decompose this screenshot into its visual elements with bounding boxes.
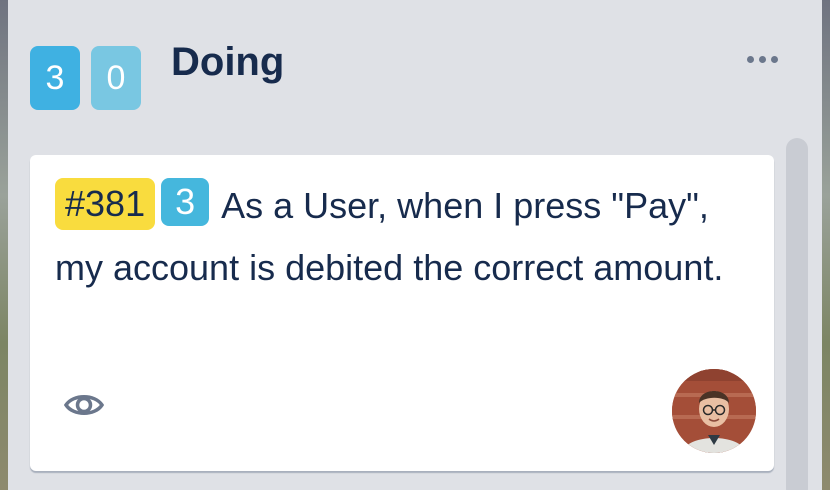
more-icon-dot [746, 55, 754, 63]
issue-id-badge: #381 [55, 178, 156, 230]
list-title[interactable]: Doing [171, 40, 284, 85]
more-icon-dot [758, 55, 766, 63]
member-avatar[interactable] [672, 369, 756, 453]
card-count-badge: 3 [30, 46, 80, 110]
card-title: #381 3 As a User, when I press "Pay", my … [55, 175, 735, 299]
list-doing: 3 0 Doing #381 3 As a User, when I press … [8, 0, 822, 490]
card[interactable]: #381 3 As a User, when I press "Pay", my … [30, 155, 774, 471]
eye-icon [62, 383, 106, 427]
points-count-badge: 0 [91, 46, 141, 110]
card-title-line1: As a User, when I press [221, 185, 602, 226]
list-scrollbar[interactable] [786, 138, 808, 490]
more-icon-dot [770, 55, 778, 63]
story-points-badge: 3 [161, 178, 210, 226]
list-menu-button[interactable] [738, 44, 786, 74]
list-header: 3 0 Doing [8, 0, 822, 130]
